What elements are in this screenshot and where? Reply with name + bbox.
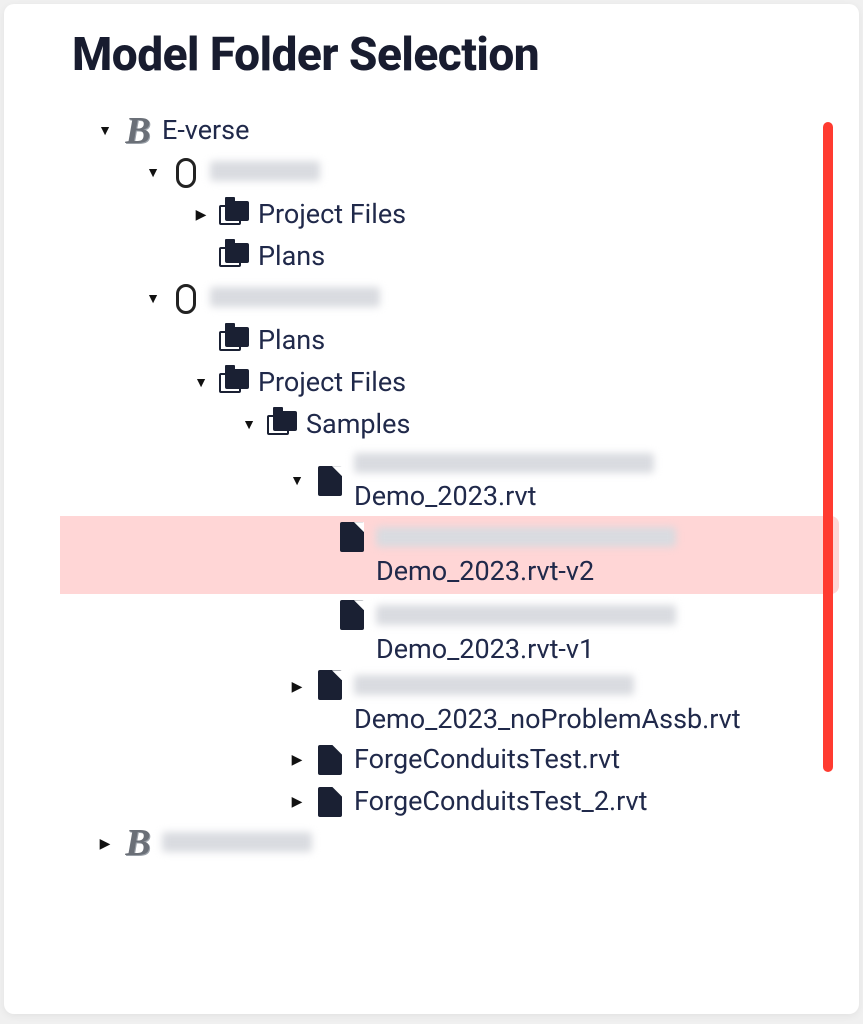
folder-label: Plans (254, 240, 325, 274)
chevron-right-icon[interactable]: ▶ (188, 208, 214, 222)
tree-file-version-row-selected[interactable]: Demo_2023.rvt-v2 (60, 516, 839, 594)
tree-project-row[interactable]: ▼ (52, 152, 839, 194)
folder-label: Plans (254, 324, 325, 358)
tree-hub-row[interactable]: ▼ B E-verse (52, 110, 839, 152)
tree-file-row[interactable]: ▶ ForgeConduitsTest_2.rvt (52, 781, 839, 823)
tree-file-row[interactable]: ▼ Demo_2023.rvt (52, 446, 839, 516)
project-label-redacted (206, 282, 380, 316)
folder-icon (219, 327, 249, 355)
chevron-right-icon[interactable]: ▶ (284, 680, 310, 694)
tree-project-row[interactable]: ▼ (52, 278, 839, 320)
file-version-label: Demo_2023.rvt-v2 (372, 522, 676, 588)
tree-file-row[interactable]: ▶ Demo_2023_noProblemAssb.rvt (52, 668, 839, 738)
folder-icon (219, 201, 249, 229)
model-tree: ▼ B E-verse ▼ ▶ Project Files ▶ Plans ▼ (52, 110, 839, 865)
project-icon (176, 158, 196, 188)
scrollbar[interactable] (823, 122, 833, 772)
file-name: Demo_2023.rvt (354, 480, 536, 512)
chevron-down-icon[interactable]: ▼ (140, 166, 166, 180)
chevron-down-icon[interactable]: ▼ (188, 376, 214, 390)
hub-icon: B (125, 828, 150, 858)
chevron-right-icon[interactable]: ▶ (284, 795, 310, 809)
folder-label: Samples (302, 408, 410, 442)
project-icon (176, 284, 196, 314)
file-icon (318, 670, 342, 700)
file-version-label: Demo_2023.rvt-v1 (372, 600, 676, 666)
tree-folder-row[interactable]: ▶ Plans (52, 236, 839, 278)
tree-folder-row[interactable]: ▼ Project Files (52, 362, 839, 404)
file-label: Demo_2023.rvt (350, 448, 654, 514)
file-version-name: Demo_2023.rvt-v2 (376, 555, 594, 587)
folder-icon (219, 243, 249, 271)
page-title: Model Folder Selection (72, 28, 839, 82)
tree-file-row[interactable]: ▶ ForgeConduitsTest.rvt (52, 739, 839, 781)
file-icon (340, 522, 364, 552)
tree-folder-row[interactable]: ▶ Project Files (52, 194, 839, 236)
project-label-redacted (206, 156, 320, 190)
tree-file-version-row[interactable]: Demo_2023.rvt-v1 (60, 594, 839, 668)
folder-icon (267, 411, 297, 439)
chevron-down-icon[interactable]: ▼ (92, 124, 118, 138)
tree-folder-row[interactable]: ▶ Plans (52, 320, 839, 362)
file-version-name: Demo_2023.rvt-v1 (376, 633, 594, 665)
file-label: Demo_2023_noProblemAssb.rvt (350, 670, 741, 736)
chevron-right-icon[interactable]: ▶ (284, 753, 310, 767)
file-name: ForgeConduitsTest.rvt (350, 743, 620, 777)
chevron-down-icon[interactable]: ▼ (140, 292, 166, 306)
chevron-down-icon[interactable]: ▼ (284, 474, 310, 488)
folder-label: Project Files (254, 198, 406, 232)
folder-icon (219, 369, 249, 397)
tree-hub-row[interactable]: ▶ B (52, 823, 839, 865)
file-icon (318, 466, 342, 496)
file-name: Demo_2023_noProblemAssb.rvt (354, 703, 741, 735)
hub-icon: B (125, 116, 150, 146)
chevron-right-icon[interactable]: ▶ (92, 837, 118, 851)
file-icon (318, 787, 342, 817)
hub-label: E-verse (158, 114, 249, 148)
hub-label-redacted (158, 827, 312, 861)
file-icon (340, 600, 364, 630)
folder-selection-panel: Model Folder Selection ▼ B E-verse ▼ ▶ P… (4, 4, 859, 1014)
folder-label: Project Files (254, 366, 406, 400)
tree-folder-row[interactable]: ▼ Samples (52, 404, 839, 446)
file-icon (318, 745, 342, 775)
file-name: ForgeConduitsTest_2.rvt (350, 785, 647, 819)
chevron-down-icon[interactable]: ▼ (236, 418, 262, 432)
